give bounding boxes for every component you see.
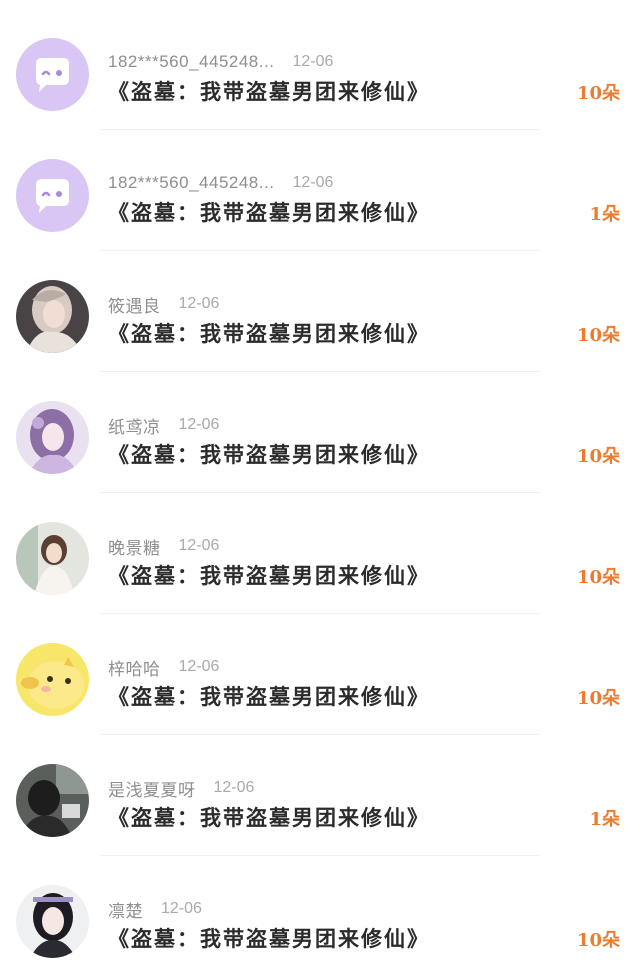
- portrait-photo: [16, 401, 89, 474]
- list-item[interactable]: 筱遇良 12-06 《盗墓：我带盗墓男团来修仙》 10朵: [0, 250, 640, 371]
- book-title[interactable]: 《盗墓：我带盗墓男团来修仙》: [108, 439, 430, 469]
- book-title[interactable]: 《盗墓：我带盗墓男团来修仙》: [108, 681, 430, 711]
- gift-count: 10朵: [576, 688, 620, 709]
- list-item[interactable]: 182***560_445248... 12-06 《盗墓：我带盗墓男团来修仙》…: [0, 129, 640, 250]
- username[interactable]: 晚景糖: [108, 534, 161, 559]
- comment-date: 12-06: [178, 295, 220, 312]
- gift-count: 10朵: [576, 83, 620, 104]
- username[interactable]: 182***560_445248...: [108, 173, 274, 193]
- book-title[interactable]: 《盗墓：我带盗墓男团来修仙》: [108, 76, 430, 106]
- yellow-chick-icon: [16, 643, 89, 716]
- gift-comment-list: 182***560_445248... 12-06 《盗墓：我带盗墓男团来修仙》…: [0, 0, 640, 978]
- list-item[interactable]: 凛楚 12-06 《盗墓：我带盗墓男团来修仙》 10朵: [0, 855, 640, 976]
- comment-date: 12-06: [213, 779, 255, 796]
- gift-count: 10朵: [576, 567, 620, 588]
- avatar[interactable]: [16, 38, 89, 111]
- list-item[interactable]: 纸鸢凉 12-06 《盗墓：我带盗墓男团来修仙》 10朵: [0, 371, 640, 492]
- username[interactable]: 筱遇良: [108, 292, 161, 317]
- book-title[interactable]: 《盗墓：我带盗墓男团来修仙》: [108, 197, 430, 227]
- gift-count: 1朵: [589, 809, 620, 830]
- avatar[interactable]: [16, 401, 89, 474]
- comment-date: 12-06: [161, 900, 202, 917]
- book-title[interactable]: 《盗墓：我带盗墓男团来修仙》: [108, 802, 430, 832]
- comment-date: 12-06: [292, 53, 334, 70]
- gift-count: 1朵: [589, 204, 620, 225]
- list-item[interactable]: 晚景糖 12-06 《盗墓：我带盗墓男团来修仙》 10朵: [0, 492, 640, 613]
- book-title[interactable]: 《盗墓：我带盗墓男团来修仙》: [108, 560, 430, 590]
- comment-date: 12-06: [178, 416, 220, 433]
- username[interactable]: 纸鸢凉: [108, 413, 161, 438]
- avatar[interactable]: [16, 885, 89, 958]
- chat-bubble-icon: [16, 38, 89, 111]
- comment-date: 12-06: [292, 174, 334, 191]
- username[interactable]: 是浅夏夏呀: [108, 776, 196, 801]
- book-title[interactable]: 《盗墓：我带盗墓男团来修仙》: [108, 318, 430, 348]
- portrait-photo: [16, 280, 89, 353]
- avatar[interactable]: [16, 280, 89, 353]
- gift-count: 10朵: [576, 930, 620, 951]
- gift-count: 10朵: [576, 325, 620, 346]
- chat-bubble-icon: [16, 159, 89, 232]
- list-item[interactable]: 是浅夏夏呀 12-06 《盗墓：我带盗墓男团来修仙》 1朵: [0, 734, 640, 855]
- avatar[interactable]: [16, 643, 89, 716]
- book-title[interactable]: 《盗墓：我带盗墓男团来修仙》: [108, 923, 430, 953]
- portrait-photo: [16, 522, 89, 595]
- comment-date: 12-06: [178, 537, 220, 554]
- avatar[interactable]: [16, 764, 89, 837]
- comment-date: 12-06: [178, 658, 220, 675]
- gift-count: 10朵: [576, 446, 620, 467]
- username[interactable]: 凛楚: [108, 897, 143, 922]
- username[interactable]: 梓哈哈: [108, 655, 161, 680]
- list-item[interactable]: 梓哈哈 12-06 《盗墓：我带盗墓男团来修仙》 10朵: [0, 613, 640, 734]
- portrait-photo: [16, 764, 89, 837]
- portrait-photo: [16, 885, 89, 958]
- avatar[interactable]: [16, 522, 89, 595]
- avatar[interactable]: [16, 159, 89, 232]
- list-item[interactable]: 182***560_445248... 12-06 《盗墓：我带盗墓男团来修仙》…: [0, 8, 640, 129]
- username[interactable]: 182***560_445248...: [108, 52, 274, 72]
